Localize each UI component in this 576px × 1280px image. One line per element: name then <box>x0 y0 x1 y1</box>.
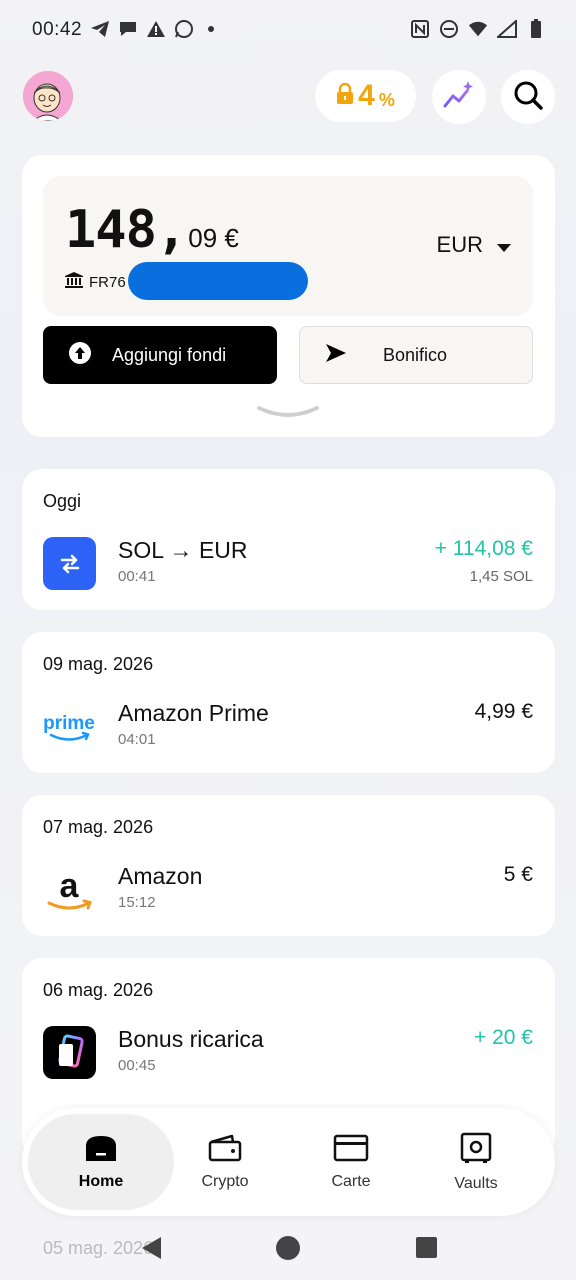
iban-row: FR76 <box>65 272 126 292</box>
transaction-time: 00:41 <box>118 568 156 585</box>
wifi-icon <box>468 19 488 39</box>
chevron-down-icon <box>497 232 511 258</box>
system-navigation-bar <box>0 1216 576 1280</box>
card-icon <box>333 1134 369 1167</box>
avatar[interactable] <box>23 71 73 121</box>
card-gradient-icon <box>43 1026 96 1079</box>
nav-crypto[interactable]: Crypto <box>152 1114 298 1210</box>
dot-icon <box>208 26 214 32</box>
transaction-date: 09 mag. 2026 <box>43 654 154 674</box>
nav-cards-label: Carte <box>331 1172 371 1190</box>
swap-icon <box>43 537 96 590</box>
home-icon <box>84 1134 118 1167</box>
status-time: 00:42 <box>32 19 83 40</box>
transaction-card[interactable]: 07 mag. 2026 a Amazon 15:12 5 € <box>22 795 555 936</box>
sparkle-chart-icon <box>442 78 476 117</box>
transaction-time: 04:01 <box>118 731 156 748</box>
transfer-button[interactable]: Bonifico <box>299 326 533 384</box>
lock-icon <box>336 82 354 110</box>
nav-vaults[interactable]: Vaults <box>403 1114 549 1210</box>
chat-bubble-icon <box>118 19 138 39</box>
transaction-card[interactable]: 09 mag. 2026 prime Amazon Prime 04:01 4,… <box>22 632 555 773</box>
expand-handle[interactable] <box>255 404 321 422</box>
transaction-title: Amazon <box>118 863 203 889</box>
recents-icon[interactable] <box>416 1237 437 1258</box>
warning-icon <box>146 19 166 39</box>
battery-icon <box>526 19 546 39</box>
balance-card: 148, 09 € FR76 EUR Aggiungi fondi Bonifi… <box>22 155 555 437</box>
prime-logo: prime <box>43 700 96 753</box>
currency-selector[interactable]: EUR <box>437 232 511 258</box>
add-funds-label: Aggiungi fondi <box>112 344 227 365</box>
transaction-time: 15:12 <box>118 894 156 911</box>
search-icon <box>512 79 544 116</box>
nav-home-label: Home <box>78 1172 124 1190</box>
currency-label: EUR <box>436 232 483 257</box>
transaction-crypto-amount: 1,45 SOL <box>469 568 533 585</box>
dnd-icon <box>439 19 459 39</box>
whatsapp-icon <box>174 19 194 39</box>
avatar-face-icon <box>23 71 73 121</box>
balance-amount: 148, 09 € <box>65 200 239 260</box>
balance-panel[interactable]: 148, 09 € FR76 EUR <box>43 176 533 316</box>
transaction-amount: 5 € <box>503 863 533 886</box>
svg-text:prime: prime <box>43 713 95 734</box>
transaction-amount: + 114,08 € <box>434 537 533 560</box>
transaction-title: Amazon Prime <box>118 700 269 726</box>
vault-icon <box>460 1132 492 1169</box>
transaction-card[interactable]: Oggi SOL → EUR 00:41 + 114,08 € 1,45 SOL <box>22 469 555 610</box>
transaction-time: 00:45 <box>118 1057 156 1074</box>
insights-button[interactable] <box>432 70 486 124</box>
transaction-amount: 4,99 € <box>474 700 533 723</box>
svg-text:a: a <box>60 867 80 905</box>
back-icon[interactable] <box>140 1236 162 1265</box>
balance-decimal: 09 € <box>188 223 239 253</box>
transaction-date: 06 mag. 2026 <box>43 980 154 1000</box>
add-funds-button[interactable]: Aggiungi fondi <box>43 326 277 384</box>
send-icon <box>325 343 347 368</box>
nav-crypto-label: Crypto <box>201 1172 249 1190</box>
status-bar: 00:42 <box>0 0 576 60</box>
nfc-icon <box>410 19 430 39</box>
balance-integer: 148, <box>65 200 187 260</box>
nav-vaults-label: Vaults <box>454 1174 498 1192</box>
bottom-navigation: Home Crypto Carte Vaults <box>22 1108 555 1216</box>
transaction-title: Bonus ricarica <box>118 1026 264 1052</box>
signal-icon <box>497 19 517 39</box>
transaction-date: Oggi <box>43 491 82 511</box>
arrow-up-circle-icon <box>68 341 92 370</box>
bank-icon <box>65 272 83 292</box>
search-button[interactable] <box>501 70 555 124</box>
transaction-title: SOL → EUR <box>118 537 248 563</box>
iban-prefix: FR76 <box>89 273 126 291</box>
rate-value: 4 <box>358 79 375 112</box>
amazon-logo: a <box>43 863 96 916</box>
telegram-icon <box>90 19 110 39</box>
transfer-label: Bonifico <box>383 344 448 365</box>
transaction-date: 07 mag. 2026 <box>43 817 154 837</box>
wallet-icon <box>208 1134 242 1167</box>
rate-unit: % <box>378 89 395 110</box>
iban-redaction <box>128 262 308 300</box>
transaction-amount: + 20 € <box>474 1026 533 1049</box>
savings-rate-pill[interactable]: 4 % <box>315 70 416 122</box>
home-circle-icon[interactable] <box>276 1236 300 1260</box>
